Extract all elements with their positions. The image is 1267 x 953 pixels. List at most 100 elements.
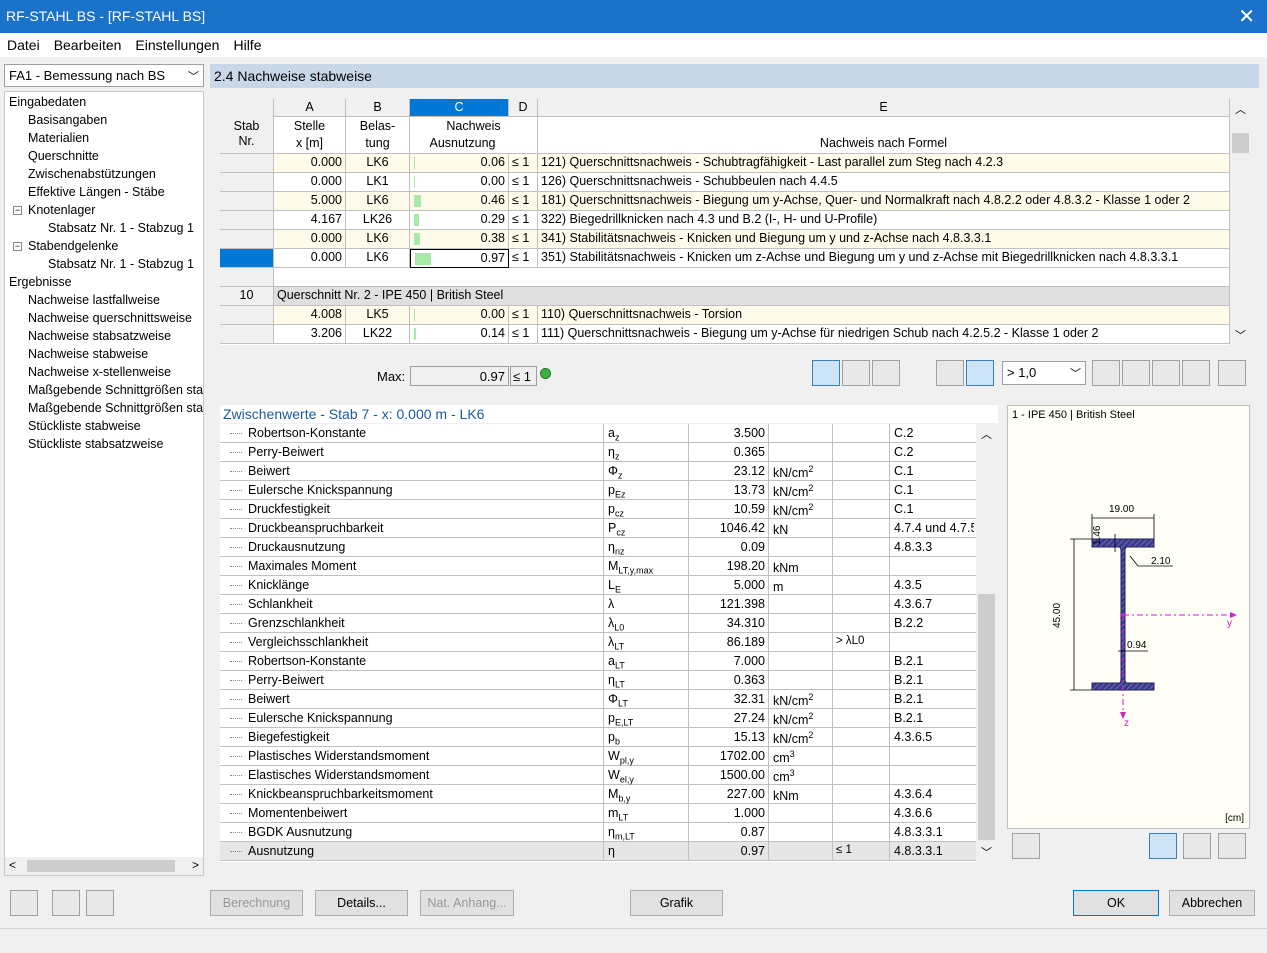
table-row[interactable]: Plastisches Widerstandsmoment Wpl,y 1702.0…: [220, 747, 976, 766]
nav-item-lastfallweise[interactable]: Nachweise lastfallweise: [28, 293, 160, 307]
cell-x[interactable]: 0.000: [274, 173, 346, 192]
scroll-down-icon[interactable]: ﹀: [981, 844, 992, 860]
scroll-thumb[interactable]: [978, 594, 995, 840]
view-icon[interactable]: [1218, 360, 1246, 386]
nav-item-stabweise[interactable]: Nachweise stabweise: [28, 347, 148, 361]
cell-ratio[interactable]: 0.06: [410, 154, 509, 173]
berechnung-button[interactable]: Berechnung: [210, 890, 303, 916]
cell-formula[interactable]: 110) Querschnittsnachweis - Torsion: [538, 306, 1230, 325]
nav-item-materialien[interactable]: Materialien: [28, 131, 89, 145]
table-row[interactable]: Druckausnutzung ηnz 0.09 4.8.3.3: [220, 538, 976, 557]
table-row[interactable]: Robertson-Konstante az 3.500 C.2: [220, 424, 976, 443]
cell-loading[interactable]: LK1: [346, 173, 410, 192]
nav-item-stueckliste-stabsatz[interactable]: Stückliste stabsatzweise: [28, 437, 163, 451]
col-letter-c[interactable]: C: [410, 99, 509, 117]
cell-loading[interactable]: LK6: [346, 249, 410, 268]
cell-loading[interactable]: LK6: [346, 154, 410, 173]
menu-hilfe[interactable]: Hilfe: [226, 33, 268, 53]
cell-x[interactable]: 5.000: [274, 192, 346, 211]
table-row[interactable]: Momentenbeiwert mLT 1.000 4.3.6.6: [220, 804, 976, 823]
scroll-down-icon[interactable]: ﹀: [1235, 327, 1246, 343]
table-row[interactable]: Elastisches Widerstandsmoment Wel,y 1500.0…: [220, 766, 976, 785]
cell-le[interactable]: ≤ 1: [509, 249, 538, 268]
factor-select[interactable]: > 1,0 ﹀: [1002, 361, 1086, 385]
cell-formula[interactable]: 111) Querschnittsnachweis - Biegung um y…: [538, 325, 1230, 344]
cell-loading[interactable]: LK26: [346, 211, 410, 230]
cell-x[interactable]: 3.206: [274, 325, 346, 344]
help-icon[interactable]: [10, 890, 38, 916]
cell-x[interactable]: 4.008: [274, 306, 346, 325]
cell-loading[interactable]: LK6: [346, 192, 410, 211]
cell-ratio[interactable]: 0.46: [410, 192, 509, 211]
table-row[interactable]: Biegefestigkeit pb 15.13 kN/cm2 4.3.6.5: [220, 728, 976, 747]
nav-item-knotenlager-child[interactable]: Stabsatz Nr. 1 - Stabzug 1: [48, 221, 194, 235]
nav-item-schnittgroessen-2[interactable]: Maßgebende Schnittgrößen sta: [28, 401, 203, 415]
table-row[interactable]: Beiwert Φz 23.12 kN/cm2 C.1: [220, 462, 976, 481]
cell-x[interactable]: 0.000: [274, 154, 346, 173]
row-header-cell[interactable]: [220, 306, 274, 325]
zoom-icon[interactable]: [1218, 833, 1246, 859]
col-letter-d[interactable]: D: [509, 99, 538, 117]
menu-einstellungen[interactable]: Einstellungen: [128, 33, 226, 53]
nav-item-querschnittsweise[interactable]: Nachweise querschnittsweise: [28, 311, 192, 325]
row-header-cell[interactable]: [220, 211, 274, 230]
bars-icon[interactable]: [966, 360, 994, 386]
nav-item-stabendgelenke[interactable]: Stabendgelenke: [28, 239, 118, 253]
cell-formula[interactable]: 322) Biegedrillknicken nach 4.3 und B.2 …: [538, 211, 1230, 230]
section-view-icon[interactable]: [1149, 833, 1177, 859]
intermediate-vertical-scrollbar[interactable]: ︿ ﹀: [977, 424, 996, 862]
nav-item-stabsatzweise[interactable]: Nachweise stabsatzweise: [28, 329, 171, 343]
table-row[interactable]: Eulersche Knickspannung pEz 13.73 kN/cm2 C.1: [220, 481, 976, 500]
row-header-cell[interactable]: [220, 268, 274, 287]
cell-ratio[interactable]: 0.29: [410, 211, 509, 230]
grafik-button[interactable]: Grafik: [630, 890, 723, 916]
table-row[interactable]: Knicklänge LE 5.000 m 4.3.5: [220, 576, 976, 595]
scroll-right-icon[interactable]: >: [192, 858, 199, 872]
col-letter-b[interactable]: B: [346, 99, 410, 117]
table-row[interactable]: Schlankheit λ 121.398 4.3.6.7: [220, 595, 976, 614]
nav-item-basisangaben[interactable]: Basisangaben: [28, 113, 107, 127]
ok-button[interactable]: OK: [1073, 890, 1159, 916]
table-row[interactable]: Perry-Beiwert ηLT 0.363 B.2.1: [220, 671, 976, 690]
cell-ratio[interactable]: 0.97: [410, 249, 509, 268]
cell-le[interactable]: ≤ 1: [509, 173, 538, 192]
table-row[interactable]: Druckbeanspruchbarkeit Pcz 1046.42 kN 4.7.4 …: [220, 519, 976, 538]
scroll-thumb[interactable]: [27, 860, 175, 872]
jump-icon[interactable]: [936, 360, 964, 386]
cell-formula[interactable]: 121) Querschnittsnachweis - Schubtragfäh…: [538, 154, 1230, 173]
details-button[interactable]: Details...: [315, 890, 408, 916]
table-row[interactable]: Robertson-Konstante aLT 7.000 B.2.1: [220, 652, 976, 671]
nav-input-header[interactable]: Eingabedaten: [9, 95, 86, 109]
case-select[interactable]: FA1 - Bemessung nach BS ﹀: [4, 64, 204, 87]
table-row[interactable]: Beiwert ΦLT 32.31 kN/cm2 B.2.1: [220, 690, 976, 709]
cell-loading[interactable]: LK5: [346, 306, 410, 325]
row-header-cell[interactable]: [220, 173, 274, 192]
nav-horizontal-scrollbar[interactable]: < >: [5, 857, 203, 875]
scroll-thumb[interactable]: [1232, 133, 1249, 153]
cell-x[interactable]: 4.167: [274, 211, 346, 230]
cell-ratio[interactable]: 0.00: [410, 173, 509, 192]
cell-le[interactable]: ≤ 1: [509, 325, 538, 344]
table-row[interactable]: Eulersche Knickspannung pE,LT 27.24 kN/cm2 B…: [220, 709, 976, 728]
row-header-cell[interactable]: [220, 154, 274, 173]
menu-bearbeiten[interactable]: Bearbeiten: [47, 33, 129, 53]
cell-formula[interactable]: 181) Querschnittsnachweis - Biegung um y…: [538, 192, 1230, 211]
nav-item-effektive-laengen[interactable]: Effektive Längen - Stäbe: [28, 185, 165, 199]
cell-loading[interactable]: LK6: [346, 230, 410, 249]
col-letter-a[interactable]: A: [274, 99, 346, 117]
filter-section-icon[interactable]: [872, 360, 900, 386]
color-icon[interactable]: [1122, 360, 1150, 386]
cell-x[interactable]: 0.000: [274, 249, 346, 268]
scroll-left-icon[interactable]: <: [9, 858, 16, 872]
export-icon[interactable]: [86, 890, 114, 916]
filter-member-icon[interactable]: [812, 360, 840, 386]
row-header-cell[interactable]: [220, 325, 274, 344]
cell-le[interactable]: ≤ 1: [509, 154, 538, 173]
cell-ratio[interactable]: 0.14: [410, 325, 509, 344]
nav-item-zwischenabstuetzungen[interactable]: Zwischenabstützungen: [28, 167, 156, 181]
nav-results-header[interactable]: Ergebnisse: [9, 275, 72, 289]
group-nr[interactable]: 10: [220, 287, 274, 306]
nat-anhang-button[interactable]: Nat. Anhang...: [420, 890, 514, 916]
cell-x[interactable]: 0.000: [274, 230, 346, 249]
table-vertical-scrollbar[interactable]: ︿ ﹀: [1231, 99, 1250, 345]
